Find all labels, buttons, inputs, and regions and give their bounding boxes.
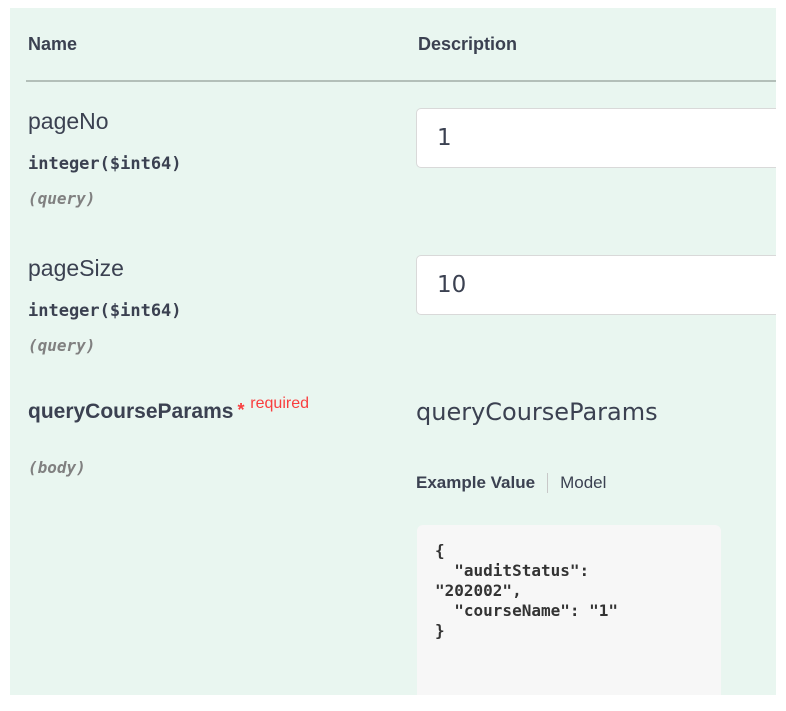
- description-column-header: Description: [418, 34, 518, 54]
- pagesize-input[interactable]: [416, 255, 776, 315]
- required-asterisk: *: [237, 400, 245, 420]
- tab-example-value[interactable]: Example Value: [416, 473, 549, 493]
- schema-tabs: Example Value Model: [416, 466, 606, 500]
- parameter-name: pageSize: [28, 255, 124, 281]
- parameters-table-header: Name Description: [26, 8, 776, 82]
- parameter-name: pageNo: [28, 108, 109, 134]
- pageno-input[interactable]: [416, 108, 776, 168]
- example-value-textarea[interactable]: { "auditStatus": "202002", "courseName":…: [417, 525, 721, 695]
- example-json: { "auditStatus": "202002", "courseName":…: [435, 541, 619, 640]
- parameter-type: integer($int64): [28, 301, 182, 321]
- schema-title: queryCourseParams: [416, 398, 658, 426]
- parameter-location: (query): [28, 336, 96, 355]
- body-parameter-name-line: queryCourseParams * required: [28, 395, 309, 424]
- parameter-type: integer($int64): [28, 154, 182, 174]
- parameters-panel: Name Description pageNo integer($int64) …: [10, 8, 776, 695]
- required-label: required: [250, 395, 309, 412]
- parameter-location: (body): [28, 458, 86, 477]
- parameter-name: queryCourseParams: [28, 400, 234, 423]
- parameter-location: (query): [28, 189, 96, 208]
- tab-model[interactable]: Model: [548, 473, 606, 493]
- name-column-header: Name: [28, 34, 78, 54]
